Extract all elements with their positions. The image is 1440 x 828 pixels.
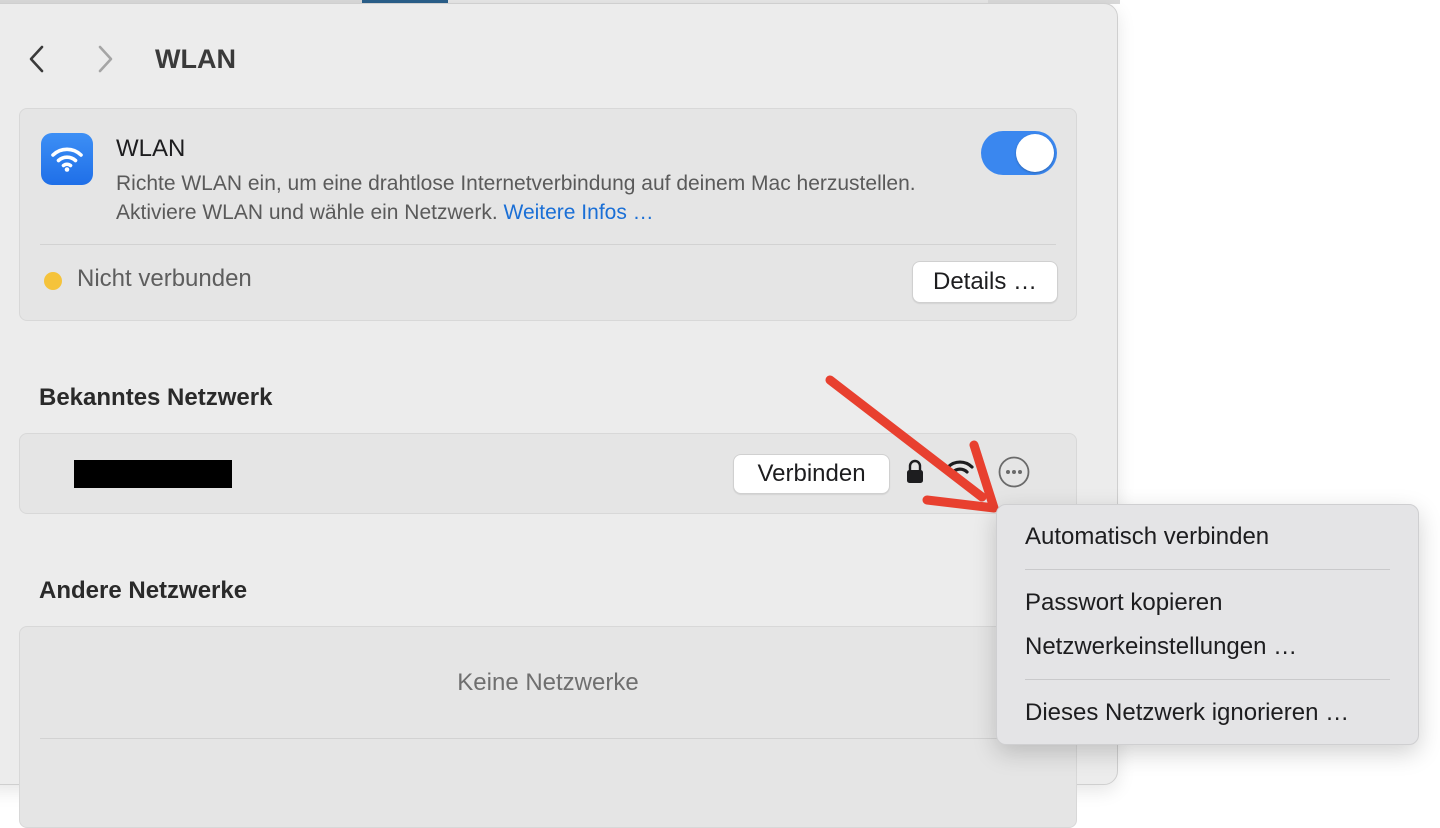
wifi-title: WLAN [116, 135, 186, 162]
redacted-network-name [74, 460, 232, 488]
page-title: WLAN [155, 44, 236, 74]
known-network-row: Verbinden [19, 433, 1077, 514]
connect-button[interactable]: Verbinden [733, 454, 890, 494]
learn-more-link[interactable]: Weitere Infos … [504, 201, 654, 224]
forward-button[interactable] [91, 40, 121, 78]
wifi-description: Richte WLAN ein, um eine drahtlose Inter… [116, 172, 916, 224]
wifi-toggle[interactable] [981, 131, 1057, 175]
status-indicator-dot [44, 272, 62, 290]
menu-separator [1025, 679, 1390, 680]
other-networks-heading: Andere Netzwerke [39, 577, 248, 604]
menu-item-network-settings[interactable]: Netzwerkeinstellungen … [1025, 633, 1297, 661]
menu-item-copy-password[interactable]: Passwort kopieren [1025, 589, 1222, 617]
settings-window: WLAN WLAN Richte WLAN ein, um eine draht… [0, 3, 1118, 828]
divider [40, 244, 1056, 245]
chevron-right-icon [98, 45, 113, 73]
back-button[interactable] [21, 40, 51, 78]
menu-item-forget-network[interactable]: Dieses Netzwerk ignorieren … [1025, 699, 1349, 727]
chevron-left-icon [29, 45, 44, 73]
lock-icon [907, 459, 923, 483]
other-networks-list: Keine Netzwerke [19, 626, 1077, 828]
menu-item-auto-connect[interactable]: Automatisch verbinden [1025, 523, 1269, 551]
menu-separator [1025, 569, 1390, 570]
wifi-signal-icon [946, 460, 974, 482]
ellipsis-circle-icon[interactable] [998, 456, 1030, 488]
known-network-heading: Bekanntes Netzwerk [39, 384, 273, 411]
wifi-icon [41, 133, 93, 185]
connection-status: Nicht verbunden [77, 265, 252, 292]
toggle-knob [1016, 134, 1054, 172]
network-context-menu: Automatisch verbinden Passwort kopieren … [996, 504, 1419, 745]
divider [40, 738, 1056, 739]
empty-state-text: Keine Netzwerke [457, 669, 639, 696]
details-button[interactable]: Details … [912, 261, 1058, 303]
wifi-settings-card: WLAN Richte WLAN ein, um eine drahtlose … [19, 108, 1077, 321]
